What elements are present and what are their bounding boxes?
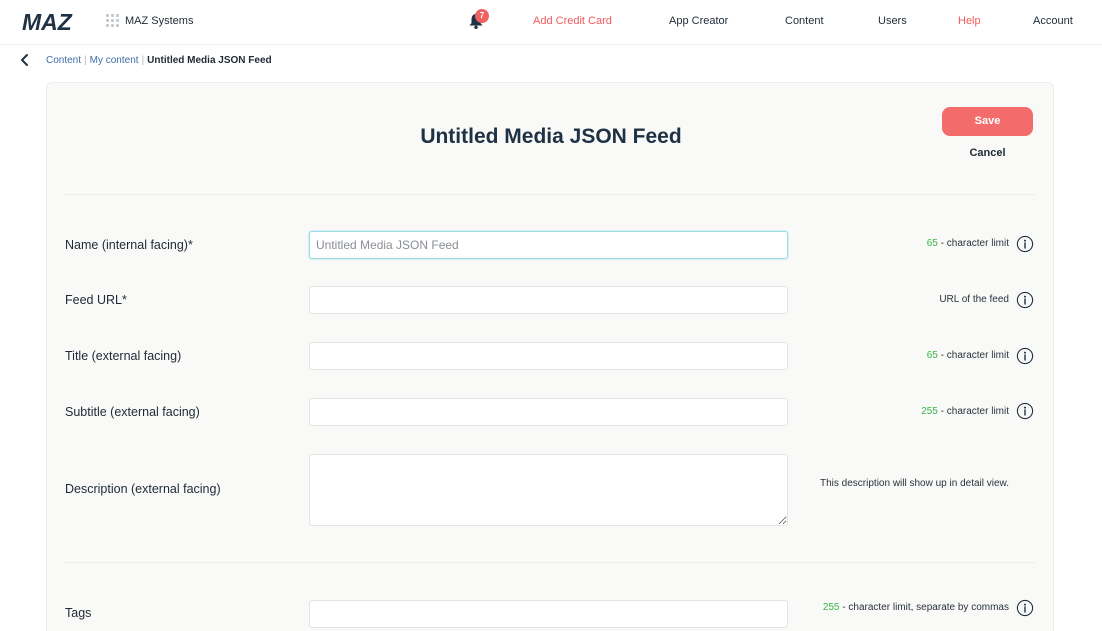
notification-badge: 7: [475, 9, 489, 23]
subtitle-input[interactable]: [309, 398, 788, 426]
nav-add-credit-card[interactable]: Add Credit Card: [533, 15, 612, 27]
subtitle-limit: 255: [921, 406, 938, 417]
info-icon[interactable]: [1016, 235, 1034, 253]
subtitle-hint-text: - character limit: [937, 406, 1009, 417]
subtitle-label: Subtitle (external facing): [65, 405, 200, 419]
title-input[interactable]: [309, 342, 788, 370]
name-input[interactable]: [309, 231, 788, 259]
name-hint: 65 - character limit: [927, 238, 1009, 249]
name-label: Name (internal facing)*: [65, 238, 193, 252]
info-icon[interactable]: [1016, 291, 1034, 309]
back-chevron-icon[interactable]: [18, 53, 32, 67]
tags-hint-text: - character limit, separate by commas: [839, 602, 1009, 613]
org-switcher[interactable]: MAZ Systems: [106, 14, 193, 27]
nav-account[interactable]: Account: [1033, 15, 1073, 27]
description-textarea[interactable]: [309, 454, 788, 526]
description-label: Description (external facing): [65, 482, 221, 496]
name-hint-text: - character limit: [937, 238, 1009, 249]
logo-text: MAZ: [22, 11, 73, 33]
org-name: MAZ Systems: [125, 14, 194, 27]
save-button[interactable]: Save: [942, 107, 1033, 136]
grid-icon: [106, 14, 119, 27]
title-hint: 65 - character limit: [927, 350, 1009, 361]
name-limit: 65: [926, 238, 938, 249]
breadcrumb-current: Untitled Media JSON Feed: [147, 55, 272, 66]
tags-hint: 255 - character limit, separate by comma…: [819, 602, 1009, 613]
breadcrumb-content[interactable]: Content: [46, 55, 81, 66]
info-icon[interactable]: [1016, 599, 1034, 617]
title-limit: 65: [926, 350, 938, 361]
info-icon[interactable]: [1016, 402, 1034, 420]
divider: [65, 194, 1035, 195]
top-nav: MAZ MAZ Systems 7 Add Credit Card App Cr…: [0, 0, 1102, 45]
nav-help[interactable]: Help: [958, 15, 981, 27]
nav-users[interactable]: Users: [878, 15, 907, 27]
info-icon[interactable]: [1016, 347, 1034, 365]
tags-limit: 255: [822, 602, 840, 613]
tags-label: Tags: [65, 606, 92, 620]
nav-app-creator[interactable]: App Creator: [669, 15, 728, 27]
feed-url-label: Feed URL*: [65, 293, 127, 307]
maz-logo[interactable]: MAZ: [22, 11, 96, 33]
feed-editor-card: Untitled Media JSON Feed Save Cancel Nam…: [46, 82, 1054, 631]
tags-input[interactable]: [309, 600, 788, 628]
title-hint-text: - character limit: [937, 350, 1009, 361]
description-hint: This description will show up in detail …: [820, 478, 1009, 489]
breadcrumb-separator: |: [84, 55, 87, 66]
title-label: Title (external facing): [65, 349, 182, 363]
breadcrumb: Content | My content | Untitled Media JSON F…: [46, 55, 272, 66]
feed-url-input[interactable]: [309, 286, 788, 314]
divider: [65, 562, 1035, 563]
page-title: Untitled Media JSON Feed: [420, 125, 682, 148]
feed-url-hint: URL of the feed: [939, 294, 1009, 305]
subtitle-hint: 255 - character limit: [921, 406, 1009, 417]
breadcrumb-my-content[interactable]: My content: [90, 55, 139, 66]
cancel-button[interactable]: Cancel: [942, 147, 1033, 159]
nav-content[interactable]: Content: [785, 15, 824, 27]
breadcrumb-separator: |: [141, 55, 145, 66]
